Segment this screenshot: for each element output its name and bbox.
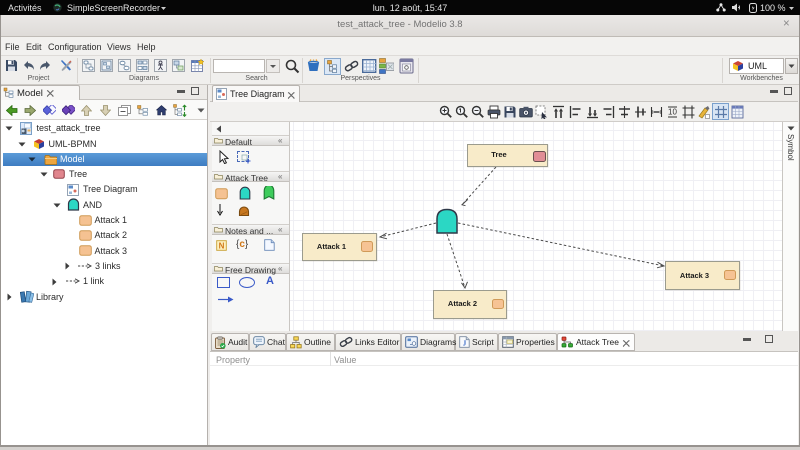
svg-text:N: N xyxy=(219,242,225,251)
svg-text:10: 10 xyxy=(668,108,677,117)
svg-text:J: J xyxy=(463,340,467,348)
